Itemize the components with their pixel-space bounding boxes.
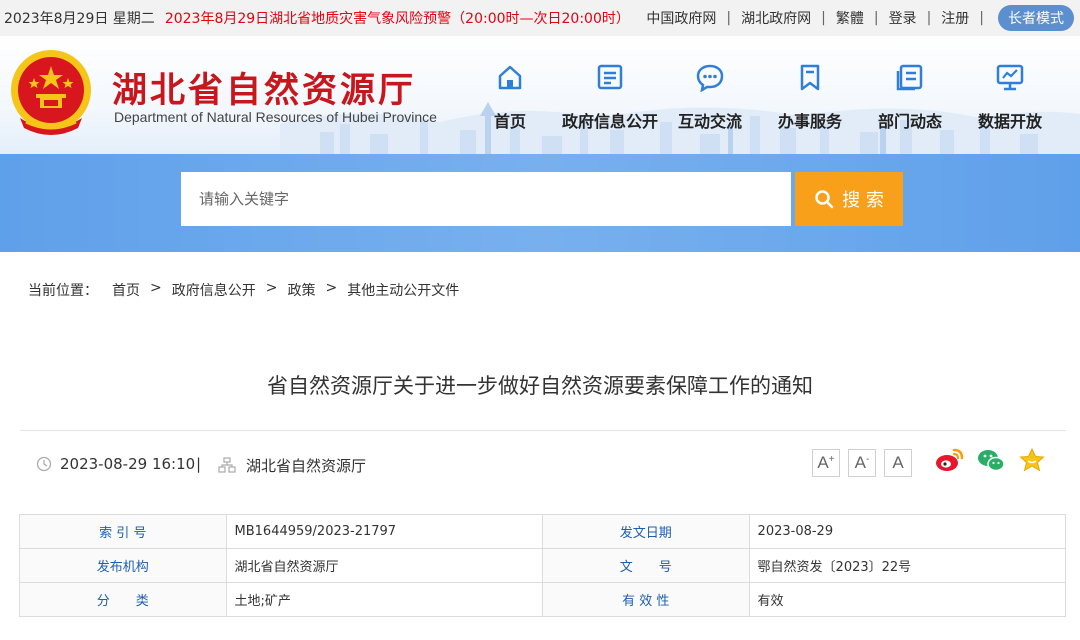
- breadcrumb: 当前位置： 首页 > 政府信息公开 > 政策 > 其他主动公开文件: [28, 280, 459, 300]
- issuing-agency-label: 发布机构: [19, 548, 227, 583]
- category-value: 土地;矿产: [225, 582, 544, 617]
- nav-label: 办事服务: [777, 112, 842, 131]
- divider: |: [979, 10, 984, 26]
- font-reset-button[interactable]: A: [884, 449, 912, 477]
- search-icon: [815, 190, 834, 209]
- wechat-share-icon[interactable]: [976, 447, 1006, 477]
- nav-label: 首页: [493, 112, 526, 131]
- document-icon: [597, 64, 623, 90]
- document-number-value: 鄂自然资发〔2023〕22号: [748, 548, 1067, 583]
- favorite-star-icon[interactable]: [1018, 447, 1046, 477]
- table-row: 索 引 号 MB1644959/2023-21797 发文日期 2023-08-…: [19, 514, 1067, 549]
- search-band: 搜 索: [0, 154, 1080, 252]
- link-china-gov[interactable]: 中国政府网: [646, 8, 716, 28]
- site-subtitle: Department of Natural Resources of Hubei…: [114, 109, 437, 125]
- breadcrumb-separator: >: [150, 280, 162, 296]
- clock-icon: [36, 456, 52, 472]
- disaster-warning-link[interactable]: 2023年8月29日湖北省地质灾害气象风险预警（20:00时—次日20:00时）: [165, 8, 630, 28]
- breadcrumb-gov-info[interactable]: 政府信息公开: [172, 280, 256, 300]
- chat-icon: [696, 64, 724, 92]
- nav-label: 政府信息公开: [561, 112, 658, 131]
- divider: |: [726, 10, 732, 26]
- link-hubei-gov[interactable]: 湖北政府网: [741, 8, 811, 28]
- index-number-label: 索 引 号: [19, 514, 227, 549]
- weibo-share-icon[interactable]: [934, 447, 964, 477]
- current-date: 2023年8月29日 星期二: [4, 11, 155, 27]
- share-buttons: [934, 447, 1058, 477]
- nav-label: 数据开放: [977, 112, 1042, 131]
- main-nav: 首页 政府信息公开 互动交流 办事服务 部门动态 数据开放: [460, 36, 1060, 154]
- nav-item-interaction[interactable]: 互动交流: [660, 36, 760, 154]
- login-link[interactable]: 登录: [889, 8, 917, 28]
- breadcrumb-separator: >: [325, 280, 338, 296]
- search-input[interactable]: [181, 172, 791, 226]
- search-button[interactable]: 搜 索: [795, 172, 903, 226]
- site-title: 湖北省自然资源厅: [112, 71, 417, 111]
- index-number-value: MB1644959/2023-21797: [225, 514, 544, 549]
- issue-date-value: 2023-08-29: [748, 514, 1067, 549]
- table-row: 发布机构 湖北省自然资源厅 文 号 鄂自然资发〔2023〕22号: [19, 548, 1067, 583]
- nav-item-home[interactable]: 首页: [460, 36, 560, 154]
- traditional-chinese-toggle[interactable]: 繁體: [836, 8, 864, 28]
- font-increase-button[interactable]: A +: [812, 449, 840, 477]
- article-meta: 2023-08-29 16:10 | 湖北省自然资源厅 A + A- A: [20, 430, 1066, 500]
- issuing-agency-value: 湖北省自然资源厅: [225, 548, 544, 583]
- issue-date-label: 发文日期: [542, 514, 750, 549]
- table-row: 分 类 土地;矿产 有 效 性 有效: [19, 582, 1067, 617]
- elder-mode-button[interactable]: 长者模式: [998, 5, 1074, 31]
- document-info-table: 索 引 号 MB1644959/2023-21797 发文日期 2023-08-…: [19, 514, 1067, 617]
- top-links: 中国政府网 | 湖北政府网 | 繁體 | 登录 | 注册 | 长者模式: [646, 0, 1074, 36]
- national-emblem-logo: [11, 50, 91, 135]
- breadcrumb-separator: >: [265, 280, 278, 296]
- top-bar: 2023年8月29日 星期二 2023年8月29日湖北省地质灾害气象风险预警（2…: [0, 0, 1080, 36]
- home-icon: [498, 65, 522, 90]
- font-decrease-button[interactable]: A-: [848, 449, 876, 477]
- nav-item-open-data[interactable]: 数据开放: [960, 36, 1060, 154]
- nav-item-gov-info[interactable]: 政府信息公开: [560, 36, 660, 154]
- breadcrumb-other-files[interactable]: 其他主动公开文件: [347, 280, 459, 300]
- divider: |: [821, 10, 826, 26]
- divider: |: [873, 10, 879, 26]
- nav-label: 互动交流: [677, 112, 742, 131]
- publisher-org: 湖北省自然资源厅: [246, 457, 367, 475]
- font-size-controls: A + A- A: [812, 449, 920, 477]
- nav-label: 部门动态: [877, 112, 942, 131]
- divider: |: [196, 455, 202, 473]
- validity-value: 有效: [748, 582, 1067, 617]
- nav-item-services[interactable]: 办事服务: [760, 36, 860, 154]
- category-label: 分 类: [19, 582, 227, 617]
- article-title: 省自然资源厅关于进一步做好自然资源要素保障工作的通知: [267, 374, 813, 398]
- breadcrumb-home[interactable]: 首页: [112, 280, 140, 300]
- site-header: 湖北省自然资源厅 Department of Natural Resources…: [0, 36, 1080, 154]
- breadcrumb-lead: 当前位置：: [28, 283, 98, 299]
- news-icon: [896, 64, 923, 91]
- nav-item-dept-news[interactable]: 部门动态: [860, 36, 960, 154]
- document-number-label: 文 号: [542, 548, 750, 583]
- breadcrumb-policy[interactable]: 政策: [287, 280, 315, 300]
- validity-label: 有 效 性: [542, 582, 750, 617]
- publish-time: 2023-08-29 16:10: [60, 455, 196, 473]
- search-button-label: 搜 索: [842, 190, 884, 211]
- divider: |: [926, 10, 932, 26]
- organization-icon: [218, 457, 236, 473]
- bookmark-icon: [800, 64, 820, 91]
- data-icon: [996, 64, 1024, 91]
- register-link[interactable]: 注册: [941, 8, 969, 28]
